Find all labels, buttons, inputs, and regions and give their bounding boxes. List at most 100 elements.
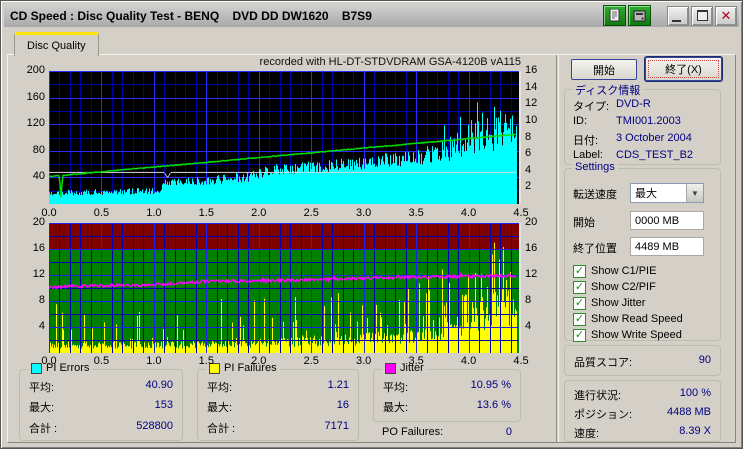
axis-tick-label: 0.5 [93, 207, 110, 219]
pi-failures-average-row: 平均: 1.21 [207, 379, 349, 394]
show-write-speed-checkbox[interactable]: ✓ Show Write Speed [573, 328, 682, 342]
start-position-input[interactable]: 0000 MB [630, 211, 704, 230]
axis-tick-label: 10 [525, 113, 538, 126]
pi-errors-speed-chart [49, 71, 521, 204]
axis-tick-label: 3.5 [408, 355, 424, 367]
position-row: ポジション: 4488 MB [574, 406, 711, 421]
check-icon: ✓ [573, 296, 586, 310]
axis-tick-label: 4.5 [513, 355, 529, 367]
transfer-speed-select[interactable]: 最大 ▼ [630, 183, 704, 203]
exit-button[interactable]: 終了(X) [645, 57, 722, 81]
end-position-label: 終了位置 [573, 243, 617, 255]
axis-tick-label: 200 [26, 64, 45, 76]
start-position-label: 開始 [573, 217, 595, 229]
axis-tick-label: 16 [32, 242, 45, 254]
jitter-average-row: 平均: 10.95 % [383, 379, 511, 394]
axis-tick-label: 14 [525, 80, 538, 93]
check-icon: ✓ [573, 312, 586, 326]
toolbar-drive-button[interactable] [628, 5, 651, 26]
axis-tick-label: 8 [525, 130, 532, 143]
report-icon [609, 9, 619, 22]
axis-tick-label: 12 [32, 268, 45, 280]
axis-tick-label: 1.5 [198, 355, 214, 367]
axis-tick-label: 12 [525, 268, 538, 280]
panel-divider [556, 55, 559, 442]
jitter-swatch-icon [385, 362, 396, 374]
show-jitter-checkbox[interactable]: ✓ Show Jitter [573, 296, 645, 310]
settings-title: Settings [572, 161, 618, 173]
pi-failures-total-row: 合計 :7171 [207, 420, 349, 435]
axis-tick-label: 4.0 [460, 355, 477, 367]
tab-page: recorded with HL-DT-STDVDRAM GSA-4120B v… [7, 54, 736, 443]
progress-row: 進行状況: 100 % [574, 387, 711, 402]
close-button[interactable]: ✕ [715, 5, 737, 26]
axis-tick-label: 0.5 [93, 355, 110, 367]
disc-type-row: タイプ: DVD-R [573, 98, 651, 113]
axis-tick-label: 4 [38, 320, 45, 332]
minimize-button[interactable] [667, 5, 689, 26]
axis-tick-label: 6 [525, 147, 532, 160]
axis-tick-label: 4.0 [460, 207, 477, 219]
axis-tick-label: 80 [32, 143, 45, 156]
settings-group: Settings 転送速度 最大 ▼ 開始 0000 MB 終了位置 4489 … [564, 161, 721, 342]
axis-tick-label: 0.0 [41, 355, 57, 367]
axis-tick-label: 1.5 [198, 207, 214, 219]
window-title: CD Speed : Disc Quality Test - BENQ DVD … [10, 8, 372, 23]
end-position-input[interactable]: 4489 MB [630, 237, 704, 256]
axis-tick-label: 3.0 [356, 207, 372, 219]
maximize-button[interactable] [691, 5, 713, 26]
progress-box: 進行状況: 100 % ポジション: 4488 MB 速度: 8.39 X [564, 380, 721, 442]
axis-tick-label: 40 [32, 170, 45, 183]
show-read-speed-checkbox[interactable]: ✓ Show Read Speed [573, 312, 683, 326]
pi-errors-total-row: 合計 :528800 [29, 420, 173, 435]
jitter-legend-box: Jitter 平均: 10.95 % 最大: 13.6 % [373, 362, 521, 422]
transfer-speed-value: 最大 [635, 188, 657, 200]
speed-row: 速度: 8.39 X [574, 425, 711, 440]
chevron-down-icon[interactable]: ▼ [686, 184, 703, 202]
tab-label: Disc Quality [27, 39, 86, 52]
toolbar-report-button[interactable] [603, 5, 626, 26]
pi-errors-average-row: 平均: 40.90 [29, 379, 173, 394]
start-button[interactable]: 開始 [571, 59, 637, 80]
check-icon: ✓ [573, 264, 586, 278]
quality-score-box: 品質スコア: 90 [564, 345, 721, 376]
pi-errors-legend-box: PI Errors 平均: 40.90 最大: 153 合計 :528800 [19, 362, 183, 441]
quality-score-row: 品質スコア: 90 [574, 354, 711, 369]
check-icon: ✓ [573, 328, 586, 342]
axis-tick-label: 160 [26, 90, 45, 103]
axis-tick-label: 2.5 [303, 355, 319, 367]
pi-failures-max-row: 最大: 16 [207, 399, 349, 414]
axis-tick-label: 2 [525, 180, 532, 193]
axis-tick-label: 120 [26, 117, 45, 130]
axis-tick-label: 2.0 [251, 207, 267, 219]
axis-tick-label: 3.5 [408, 207, 424, 219]
maximize-icon [696, 10, 708, 21]
title-bar[interactable]: CD Speed : Disc Quality Test - BENQ DVD … [4, 4, 739, 27]
axis-tick-label: 20 [525, 216, 538, 228]
axis-tick-label: 8 [525, 294, 532, 306]
disc-info-group: ディスク情報 タイプ: DVD-R ID: TMI001.2003 日付: 3 Oct… [564, 82, 721, 165]
show-c2-pif-checkbox[interactable]: ✓ Show C2/PIF [573, 280, 656, 294]
axis-tick-label: 2.0 [251, 355, 267, 367]
axis-tick-label: 16 [525, 242, 538, 254]
disc-label-row: Label: CDS_TEST_B2 [573, 149, 694, 161]
disc-date-row: 日付: 3 October 2004 [573, 132, 692, 147]
app-window: CD Speed : Disc Quality Test - BENQ DVD … [0, 0, 743, 449]
drive-icon [633, 10, 646, 21]
disc-id-row: ID: TMI001.2003 [573, 115, 681, 127]
pi-failures-legend-box: PI Failures 平均: 1.21 最大: 16 合計 :7171 [197, 362, 359, 441]
axis-tick-label: 16 [525, 64, 538, 76]
tab-disc-quality[interactable]: Disc Quality [14, 32, 99, 56]
po-failures-row: PO Failures: 0 [382, 426, 512, 438]
axis-tick-label: 1.0 [146, 355, 162, 367]
show-c1-pie-checkbox[interactable]: ✓ Show C1/PIE [573, 264, 656, 278]
transfer-speed-label: 転送速度 [573, 189, 617, 201]
pi-errors-max-row: 最大: 153 [29, 399, 173, 414]
minimize-icon [672, 19, 681, 22]
axis-tick-label: 4 [525, 320, 532, 332]
pi-failures-jitter-chart [49, 223, 521, 353]
axis-tick-label: 4 [525, 163, 532, 176]
close-icon: ✕ [720, 8, 732, 23]
recorded-with-label: recorded with HL-DT-STDVDRAM GSA-4120B v… [259, 56, 521, 68]
axis-tick-label: 3.0 [356, 355, 372, 367]
